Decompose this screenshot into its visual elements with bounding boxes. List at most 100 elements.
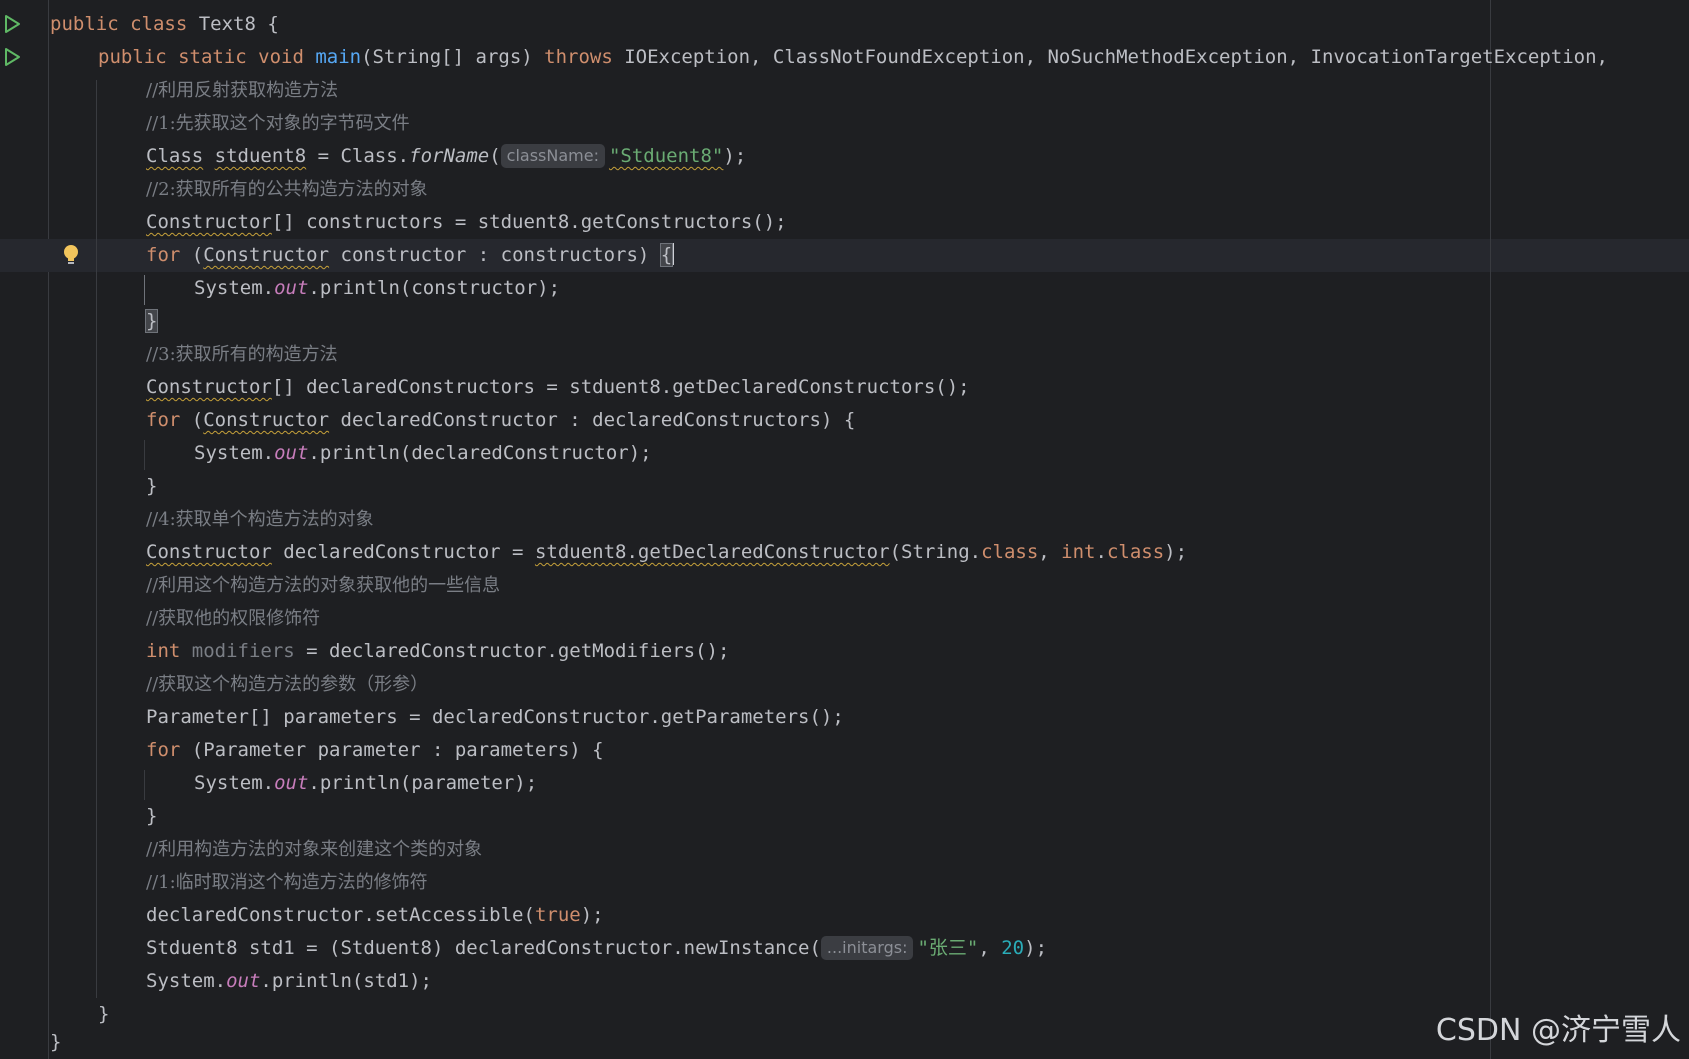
code-text: ,	[978, 937, 1002, 959]
comment: //1:临时取消这个构造方法的修饰符	[146, 872, 428, 893]
code-line[interactable]: //3:获取所有的构造方法	[146, 338, 338, 371]
code-line[interactable]: Parameter[] parameters = declaredConstru…	[146, 701, 844, 734]
comment: //利用反射获取构造方法	[146, 80, 339, 101]
code-text: = declaredConstructor.getModifiers();	[294, 640, 730, 662]
code-text: (String[] args)	[361, 46, 545, 68]
code-text: (Parameter parameter : parameters) {	[180, 739, 604, 761]
comment: //1:先获取这个对象的字节码文件	[146, 113, 410, 134]
code-line[interactable]: Class stduent8 = Class.forName(className…	[146, 140, 746, 173]
code-text: .println(parameter);	[308, 772, 538, 794]
code-line[interactable]: int modifiers = declaredConstructor.getM…	[146, 635, 729, 668]
type-name: Constructor	[146, 211, 272, 233]
parameter-hint: ...initargs:	[820, 936, 914, 960]
code-line[interactable]: System.out.println(std1);	[146, 965, 432, 998]
code-line[interactable]: //利用构造方法的对象来创建这个类的对象	[146, 833, 482, 866]
indent-guide	[96, 80, 97, 998]
code-line[interactable]: //4:获取单个构造方法的对象	[146, 503, 374, 536]
code-line[interactable]: declaredConstructor.setAccessible(true);	[146, 899, 604, 932]
method-call: forName	[409, 145, 490, 167]
code-text: }	[146, 805, 158, 827]
comment: //获取这个构造方法的参数（形参）	[146, 674, 429, 695]
code-line[interactable]: //利用反射获取构造方法	[146, 74, 338, 107]
code-line[interactable]: //获取这个构造方法的参数（形参）	[146, 668, 428, 701]
comment: //4:获取单个构造方法的对象	[146, 509, 374, 530]
code-line[interactable]: public static void main(String[] args) t…	[98, 41, 1608, 74]
keyword: true	[534, 904, 581, 926]
code-line[interactable]: for (Parameter parameter : parameters) {	[146, 734, 604, 767]
text-caret	[672, 243, 675, 265]
code-text: }	[50, 1031, 62, 1053]
type-name: Constructor	[203, 244, 330, 266]
code-text: (	[489, 145, 501, 167]
keyword: public class	[50, 13, 199, 35]
code-line[interactable]: public class Text8 {	[50, 8, 279, 41]
code-line[interactable]: for (Constructor declaredConstructor : d…	[146, 404, 855, 437]
code-line[interactable]: //2:获取所有的公共构造方法的对象	[146, 173, 428, 206]
static-field: out	[274, 772, 309, 794]
watermark-text: CSDN @济宁雪人	[1435, 1013, 1681, 1048]
comment: //利用构造方法的对象来创建这个类的对象	[146, 839, 483, 860]
code-line[interactable]: for (Constructor constructor : construct…	[146, 239, 675, 272]
parameter-hint: className:	[500, 144, 605, 168]
editor-gutter	[0, 0, 49, 1059]
code-line[interactable]: Constructor declaredConstructor = stduen…	[146, 536, 1187, 569]
code-text: [] constructors = stduent8.getConstructo…	[271, 211, 787, 233]
method-call: stduent8.getDeclaredConstructor	[534, 541, 890, 563]
code-line[interactable]: System.out.println(parameter);	[194, 767, 537, 800]
string-literal: "Stduent8"	[608, 145, 724, 167]
code-line[interactable]: Constructor[] declaredConstructors = std…	[146, 371, 970, 404]
keyword: class	[981, 541, 1039, 563]
indent-guide	[144, 275, 145, 305]
code-text: System.	[146, 970, 227, 992]
type-name: Constructor	[203, 409, 330, 431]
code-line[interactable]: Constructor[] constructors = stduent8.ge…	[146, 206, 787, 239]
code-text: (	[180, 409, 204, 431]
code-text: System.	[194, 772, 275, 794]
code-line[interactable]: Stduent8 std1 = (Stduent8) declaredConst…	[146, 932, 1047, 965]
code-line[interactable]: }	[146, 470, 157, 503]
right-margin-guide	[1490, 0, 1491, 1059]
code-text: );	[580, 904, 604, 926]
method-name: main	[315, 46, 362, 68]
code-text: constructor : constructors)	[329, 244, 661, 266]
code-text: {	[255, 13, 279, 35]
code-text: );	[1164, 541, 1188, 563]
code-line[interactable]: //1:先获取这个对象的字节码文件	[146, 107, 410, 140]
code-text: declaredConstructor : declaredConstructo…	[329, 409, 856, 431]
keyword: class	[1106, 541, 1165, 563]
run-icon[interactable]	[2, 46, 22, 68]
code-text: = Class.	[306, 145, 410, 167]
code-text: (String.	[889, 541, 982, 563]
keyword: for	[146, 244, 181, 266]
code-line[interactable]: //1:临时取消这个构造方法的修饰符	[146, 866, 428, 899]
code-text: Parameter[] parameters = declaredConstru…	[146, 706, 844, 728]
code-line[interactable]: //获取他的权限修饰符	[146, 602, 320, 635]
code-text: ,	[1038, 541, 1062, 563]
keyword: int	[1061, 541, 1096, 563]
code-text: }	[98, 1003, 110, 1025]
keyword: for	[146, 409, 181, 431]
keyword: for	[146, 739, 181, 761]
indent-guide	[144, 770, 145, 800]
type-name: Constructor	[146, 376, 272, 398]
code-line[interactable]: }	[98, 998, 109, 1031]
comment: //2:获取所有的公共构造方法的对象	[146, 179, 428, 200]
lightbulb-icon[interactable]	[62, 243, 80, 267]
matched-brace: }	[144, 309, 159, 333]
comment: //利用这个构造方法的对象获取他的一些信息	[146, 575, 501, 596]
code-text: [] declaredConstructors = stduent8.getDe…	[271, 376, 970, 398]
code-line[interactable]: //利用这个构造方法的对象获取他的一些信息	[146, 569, 500, 602]
static-field: out	[226, 970, 261, 992]
code-text: System.	[194, 442, 275, 464]
code-text: .	[1095, 541, 1107, 563]
code-editor[interactable]: public class Text8 { public static void …	[0, 0, 1689, 1059]
code-line[interactable]: System.out.println(constructor);	[194, 272, 560, 305]
static-field: out	[274, 277, 309, 299]
code-line[interactable]: }	[144, 305, 159, 338]
run-icon[interactable]	[2, 13, 22, 35]
code-line[interactable]: }	[50, 1026, 61, 1059]
code-line[interactable]: }	[146, 800, 157, 833]
type-name: Class	[146, 145, 204, 167]
code-line[interactable]: System.out.println(declaredConstructor);	[194, 437, 652, 470]
